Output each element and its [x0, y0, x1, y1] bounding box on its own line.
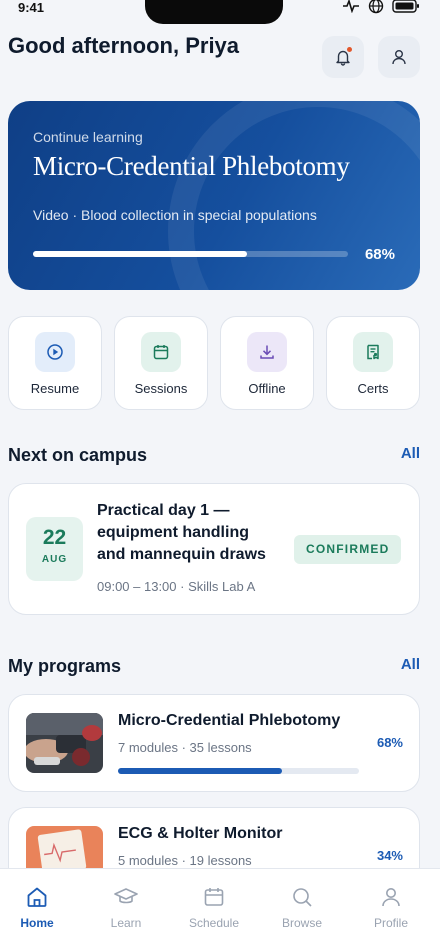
- tab-learn[interactable]: Learn: [86, 885, 166, 930]
- event-meta: 09:00 – 13:00 · Skills Lab A: [97, 579, 256, 594]
- tab-schedule[interactable]: Schedule: [174, 885, 254, 930]
- tab-label: Browse: [281, 916, 322, 930]
- program-thumbnail: [26, 713, 103, 773]
- quick-action-resume[interactable]: Resume: [8, 316, 102, 410]
- user-icon: [382, 888, 400, 907]
- hero-title: Micro-Credential Phlebotomy: [33, 151, 350, 181]
- hero-kicker: Continue learning: [33, 129, 143, 145]
- quick-action-label: Resume: [30, 381, 80, 396]
- tab-label: Home: [20, 916, 54, 930]
- profile-button[interactable]: [378, 36, 420, 78]
- certificate-icon: [353, 332, 393, 372]
- programs-section-title: My programs: [8, 656, 122, 676]
- notification-dot: [347, 47, 352, 52]
- tab-browse[interactable]: Browse: [262, 885, 342, 930]
- user-icon: [392, 50, 406, 65]
- programs-all-link[interactable]: All: [401, 656, 420, 673]
- campus-section-title: Next on campus: [8, 445, 148, 465]
- continue-learning-card[interactable]: Continue learning Micro-Credential Phleb…: [8, 101, 420, 290]
- program-card-phlebotomy[interactable]: Micro-Credential Phlebotomy 7 modules · …: [8, 694, 420, 792]
- event-day: 22: [42, 526, 67, 549]
- program-progress-fill: [118, 768, 282, 774]
- hero-progress-fill: [33, 251, 248, 257]
- program-progress-bar: [118, 768, 359, 774]
- quick-action-certs[interactable]: Certs: [326, 316, 420, 410]
- tab-label: Schedule: [188, 916, 240, 930]
- quick-action-sessions[interactable]: Sessions: [114, 316, 208, 410]
- program-meta: 5 modules · 19 lessons: [118, 853, 252, 868]
- status-time: 9:41: [18, 0, 45, 15]
- bottom-tab-bar: Home Learn Schedule Browse Profile: [0, 868, 440, 938]
- program-meta: 7 modules · 35 lessons: [118, 740, 252, 755]
- tab-profile[interactable]: Profile: [351, 885, 431, 930]
- play-circle-icon: [35, 332, 75, 372]
- quick-action-offline[interactable]: Offline: [220, 316, 314, 410]
- status-bar: 9:41: [0, 0, 440, 24]
- globe-icon: [368, 0, 384, 14]
- home-icon: [27, 887, 47, 907]
- greeting-title: Good afternoon, Priya: [8, 33, 240, 58]
- event-month: AUG: [41, 554, 68, 565]
- program-progress-label: 34%: [376, 848, 403, 863]
- campus-all-link[interactable]: All: [401, 445, 420, 462]
- program-title: ECG & Holter Monitor: [118, 825, 283, 842]
- tab-home[interactable]: Home: [0, 885, 77, 930]
- campus-event-card[interactable]: 22 AUG Practical day 1 — equipment handl…: [8, 483, 420, 615]
- camera-notch: [145, 0, 283, 24]
- graduation-cap-icon: [114, 888, 138, 904]
- battery-icon: [392, 0, 419, 13]
- hero-progress-label: 68%: [364, 246, 395, 263]
- download-icon: [247, 332, 287, 372]
- event-date: 22 AUG: [26, 517, 83, 581]
- event-title: Practical day 1 — equipment handling and…: [97, 502, 266, 563]
- calendar-icon: [141, 332, 181, 372]
- calendar-icon: [204, 888, 224, 906]
- program-title: Micro-Credential Phlebotomy: [118, 712, 341, 729]
- notifications-button[interactable]: [322, 36, 364, 78]
- quick-action-label: Certs: [357, 381, 389, 396]
- search-icon: [293, 888, 312, 907]
- hero-subtitle: Video · Blood collection in special popu…: [33, 207, 317, 223]
- program-progress-label: 68%: [376, 735, 403, 750]
- tab-label: Learn: [110, 916, 142, 930]
- status-badge: CONFIRMED: [294, 535, 402, 564]
- status-icons: [342, 0, 420, 14]
- hero-progress-bar: [33, 251, 348, 257]
- tab-label: Profile: [373, 916, 408, 930]
- quick-action-label: Sessions: [134, 381, 188, 396]
- activity-icon: [343, 0, 359, 13]
- quick-action-label: Offline: [248, 381, 286, 396]
